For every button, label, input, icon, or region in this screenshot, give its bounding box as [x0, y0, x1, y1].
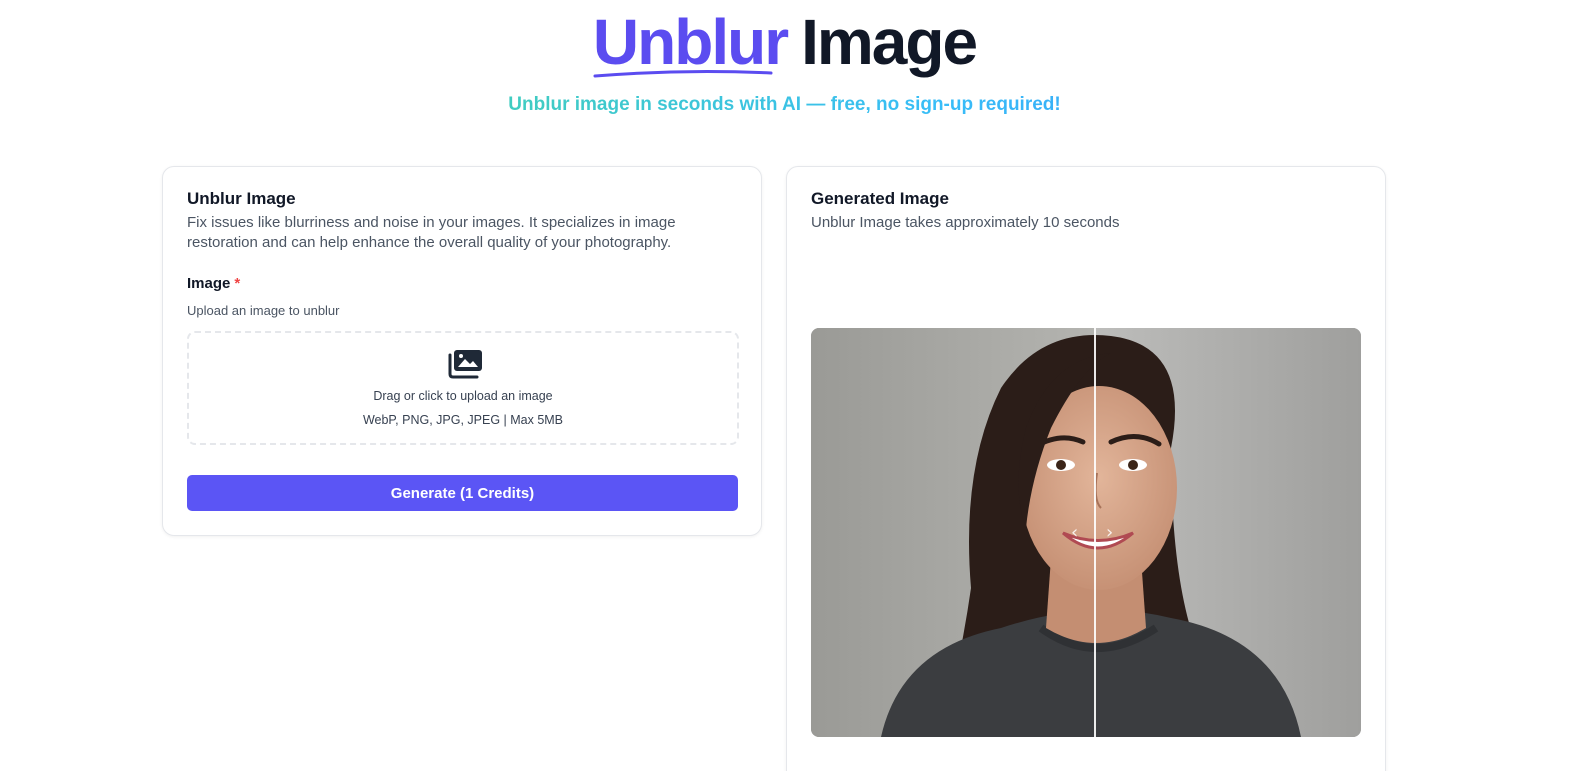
chevron-right-icon[interactable]: › — [1106, 524, 1113, 542]
hero-title-accent: Unblur — [593, 4, 789, 80]
hero-subtitle: Unblur image in seconds with AI — free, … — [0, 94, 1569, 116]
image-field-help: Upload an image to unblur — [187, 303, 340, 318]
page: Unblur Image Unblur image in seconds wit… — [0, 0, 1569, 771]
hero-title: Unblur Image — [0, 4, 1569, 80]
portrait-image — [811, 328, 1361, 737]
generate-button[interactable]: Generate (1 Credits) — [187, 475, 738, 511]
before-after-comparison[interactable]: ‹ › — [811, 328, 1361, 737]
chevron-left-icon[interactable]: ‹ — [1071, 524, 1078, 542]
input-card-description: Fix issues like blurriness and noise in … — [187, 214, 676, 251]
input-card: Unblur Image Fix issues like blurriness … — [162, 166, 762, 536]
hero-title-plain: Image — [801, 6, 978, 78]
output-card-subtitle: Unblur Image takes approximately 10 seco… — [811, 214, 1120, 231]
underline-swash — [593, 70, 773, 78]
dropzone-text: Drag or click to upload an image — [373, 389, 553, 403]
image-field-label: Image * — [187, 275, 240, 292]
input-card-title: Unblur Image — [187, 189, 296, 208]
output-card: Generated Image Unblur Image takes appro… — [786, 166, 1386, 771]
required-mark: * — [234, 275, 241, 292]
image-field-label-text: Image — [187, 275, 231, 292]
dropzone-formats: WebP, PNG, JPG, JPEG | Max 5MB — [362, 413, 564, 427]
comparison-slider-divider[interactable] — [1094, 328, 1096, 737]
images-icon — [448, 350, 482, 379]
image-upload-dropzone[interactable]: Drag or click to upload an image WebP, P… — [187, 331, 739, 445]
output-card-title: Generated Image — [811, 189, 949, 208]
